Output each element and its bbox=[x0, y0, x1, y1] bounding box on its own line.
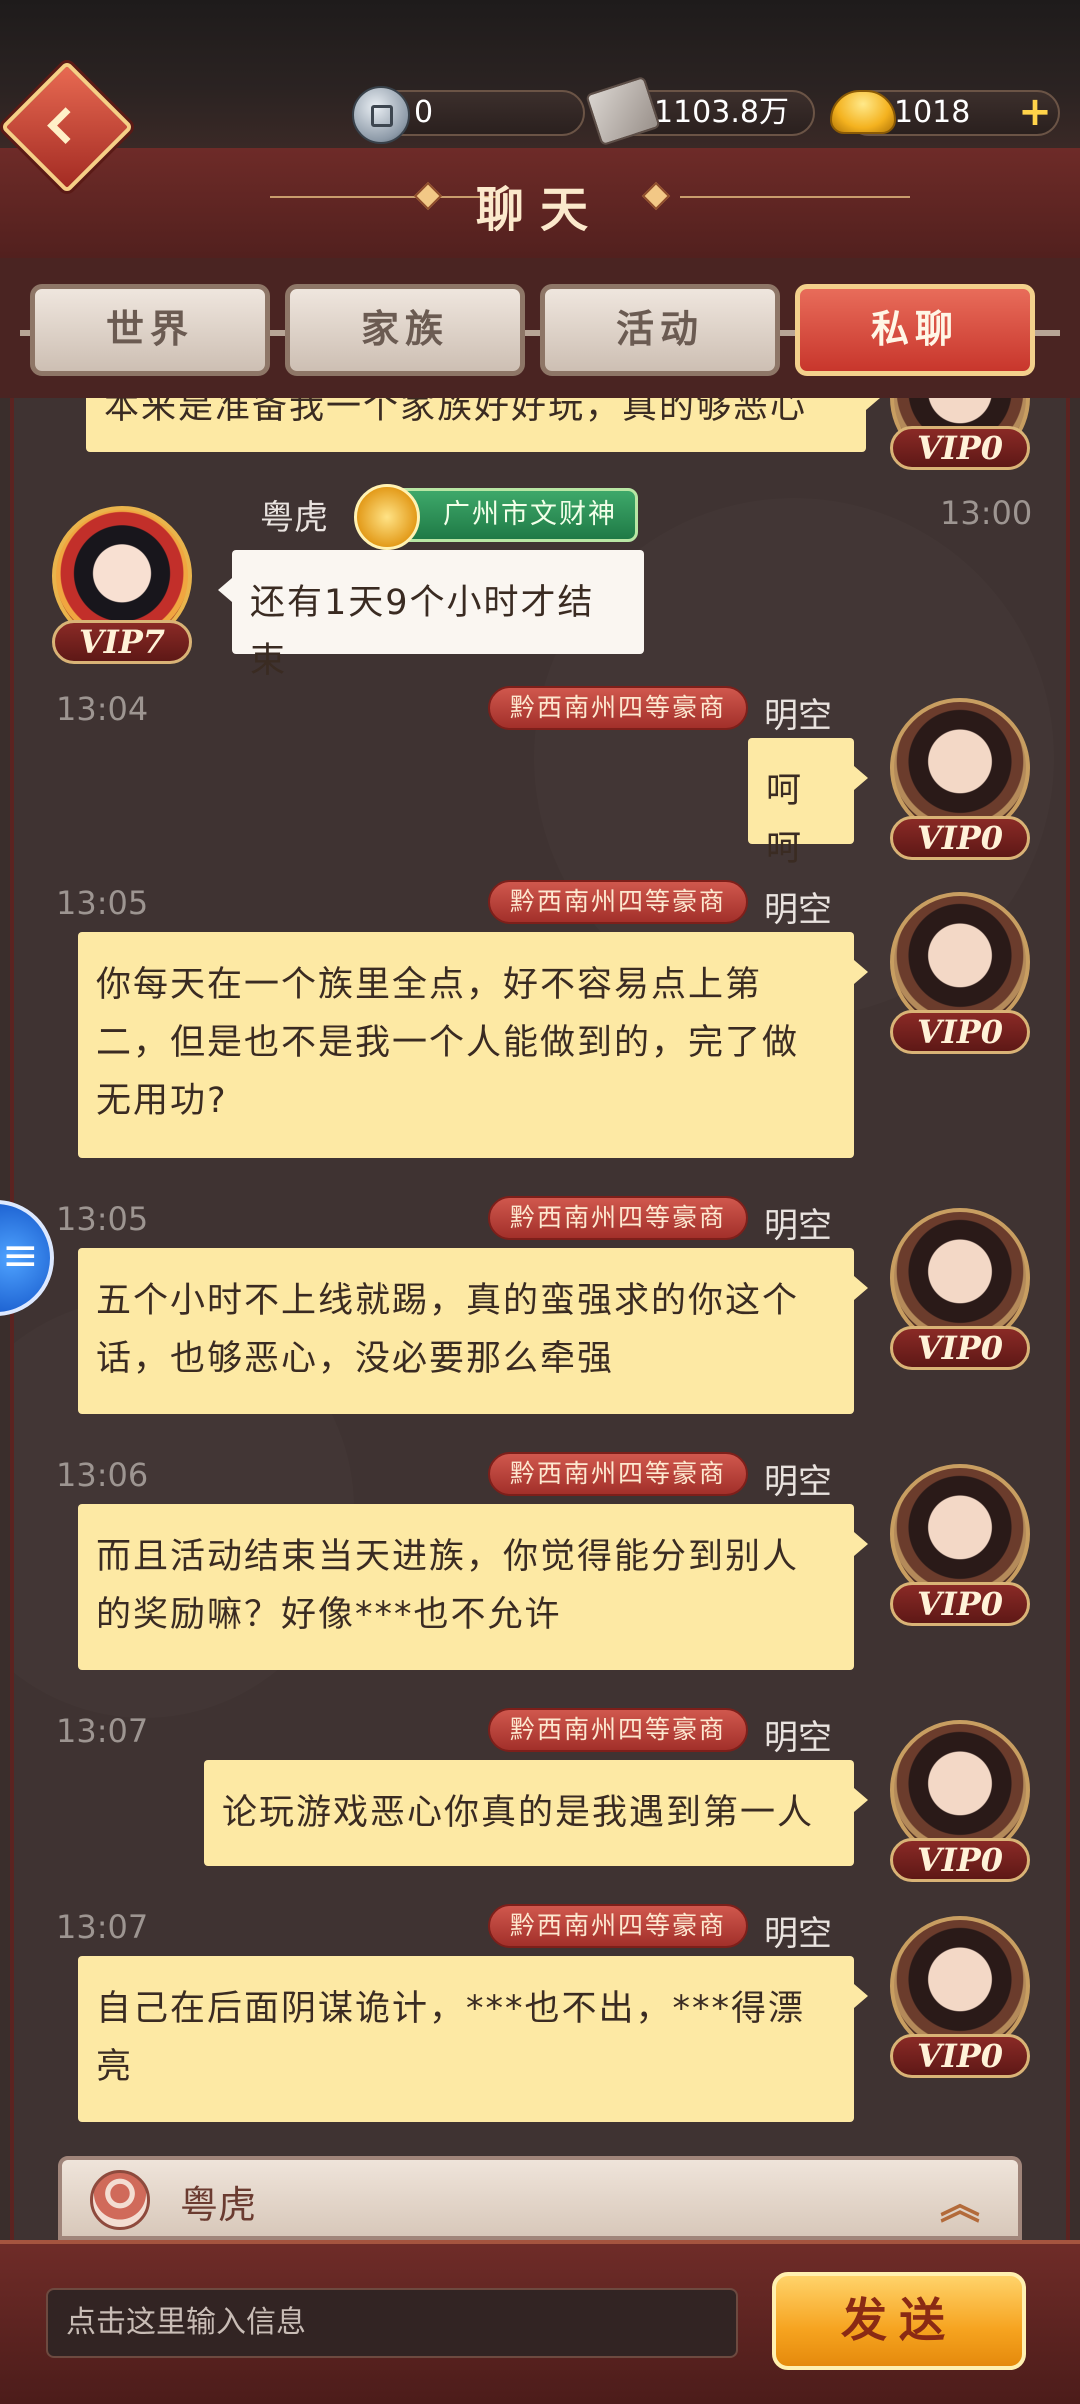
title-emblem-icon bbox=[354, 484, 420, 550]
vip-badge: VIP0 bbox=[890, 1838, 1030, 1882]
vip-badge: VIP0 bbox=[890, 2034, 1030, 2078]
sender-name[interactable]: 明空 bbox=[764, 688, 832, 737]
message-time: 13:04 bbox=[56, 690, 149, 728]
reply-target-name: 粤虎 bbox=[180, 2183, 257, 2227]
tab-family[interactable]: 家族 bbox=[285, 284, 525, 376]
vip-badge: VIP0 bbox=[890, 1010, 1030, 1054]
silver-amount: 0 bbox=[414, 95, 434, 130]
sender-name[interactable]: 明空 bbox=[764, 882, 832, 931]
message-bubble[interactable]: 论玩游戏恶心你真的是我遇到第一人 bbox=[204, 1760, 868, 1866]
message-time: 13:07 bbox=[56, 1712, 149, 1750]
message-time: 13:05 bbox=[56, 884, 149, 922]
coin-icon bbox=[352, 86, 410, 144]
tab-private-chat[interactable]: 私聊 bbox=[795, 284, 1035, 376]
send-button[interactable]: 发送 bbox=[772, 2272, 1026, 2370]
message-bubble[interactable]: 自己在后面阴谋诡计，***也不出，***得漂 亮 bbox=[78, 1956, 868, 2122]
currency-bar: 0 1103.8万 1018 + bbox=[0, 0, 1080, 148]
vip-badge: VIP7 bbox=[52, 620, 192, 664]
tab-world[interactable]: 世界 bbox=[30, 284, 270, 376]
vip-badge: VIP0 bbox=[890, 1326, 1030, 1370]
message-line: 话，也够恶心，没必要那么牵强 bbox=[96, 1339, 615, 1379]
message-line: 五个小时不上线就踢，真的蛮强求的你这个 bbox=[96, 1281, 800, 1321]
message-bubble[interactable]: 五个小时不上线就踢，真的蛮强求的你这个 话，也够恶心，没必要那么牵强 bbox=[78, 1248, 868, 1414]
title-badge: 黔西南州四等豪商 bbox=[488, 1708, 749, 1752]
message-bubble[interactable]: 你每天在一个族里全点，好不容易点上第 二，但是也不是我一个人能做到的，完了做 无… bbox=[78, 932, 868, 1158]
chevron-up-icon[interactable]: ︽ bbox=[940, 2172, 980, 2230]
title-badge: 黔西南州四等豪商 bbox=[488, 686, 749, 730]
title-bar: 聊天 bbox=[0, 148, 1080, 261]
gold-amount: 1018 bbox=[894, 95, 971, 130]
sender-name[interactable]: 明空 bbox=[764, 1454, 832, 1503]
message-bubble[interactable]: 而且活动结束当天进族，你觉得能分到别人 的奖励嘛？好像***也不允许 bbox=[78, 1504, 868, 1670]
message-time: 13:05 bbox=[56, 1200, 149, 1238]
message-time: 13:06 bbox=[56, 1456, 149, 1494]
message-line: 你每天在一个族里全点，好不容易点上第 bbox=[96, 965, 763, 1005]
title-badge: 黔西南州四等豪商 bbox=[488, 880, 749, 924]
vip-badge: VIP0 bbox=[890, 426, 1030, 470]
title-badge: 黔西南州四等豪商 bbox=[488, 1452, 749, 1496]
message-line: 无用功? bbox=[96, 1081, 228, 1121]
message-bubble[interactable]: 呵呵 bbox=[748, 738, 868, 869]
message-line: 亮 bbox=[96, 2047, 134, 2087]
vip-badge: VIP0 bbox=[890, 816, 1030, 860]
message-line: 二，但是也不是我一个人能做到的，完了做 bbox=[96, 1023, 800, 1063]
sender-name[interactable]: 明空 bbox=[764, 1710, 832, 1759]
reply-target-bar[interactable]: 粤虎 ︽ bbox=[58, 2156, 1022, 2240]
tab-activity[interactable]: 活动 bbox=[540, 284, 780, 376]
title-badge: 黔西南州四等豪商 bbox=[488, 1196, 749, 1240]
message-bubble[interactable]: 还有1天9个小时才结束 bbox=[218, 550, 644, 681]
plus-icon[interactable]: + bbox=[1018, 92, 1052, 132]
message-input[interactable]: 点击这里输入信息 bbox=[46, 2288, 738, 2358]
book-amount: 1103.8万 bbox=[654, 95, 789, 130]
message-line: 自己在后面阴谋诡计，***也不出，***得漂 bbox=[96, 1989, 806, 2029]
user-avatar-icon bbox=[90, 2170, 150, 2230]
sender-name[interactable]: 明空 bbox=[764, 1906, 832, 1955]
title-badge: 黔西南州四等豪商 bbox=[488, 1904, 749, 1948]
sender-name[interactable]: 粤虎 bbox=[260, 490, 328, 539]
vip-badge: VIP0 bbox=[890, 1582, 1030, 1626]
sender-name[interactable]: 明空 bbox=[764, 1198, 832, 1247]
message-bubble[interactable]: 本来是准备我一个家族好好玩，真的够恶心 bbox=[86, 398, 880, 452]
title-ornament-right bbox=[680, 196, 910, 198]
message-line: 的奖励嘛？好像***也不允许 bbox=[96, 1595, 562, 1635]
page-title: 聊天 bbox=[475, 182, 604, 238]
back-chevron-icon bbox=[47, 107, 84, 144]
message-line: 而且活动结束当天进族，你觉得能分到别人 bbox=[96, 1537, 800, 1577]
chat-message-list[interactable]: 本来是准备我一个家族好好玩，真的够恶心 VIP0 VIP7 粤虎 广州市文财神 … bbox=[10, 398, 1070, 2240]
message-time: 13:00 bbox=[940, 494, 1033, 532]
message-time: 13:07 bbox=[56, 1908, 149, 1946]
